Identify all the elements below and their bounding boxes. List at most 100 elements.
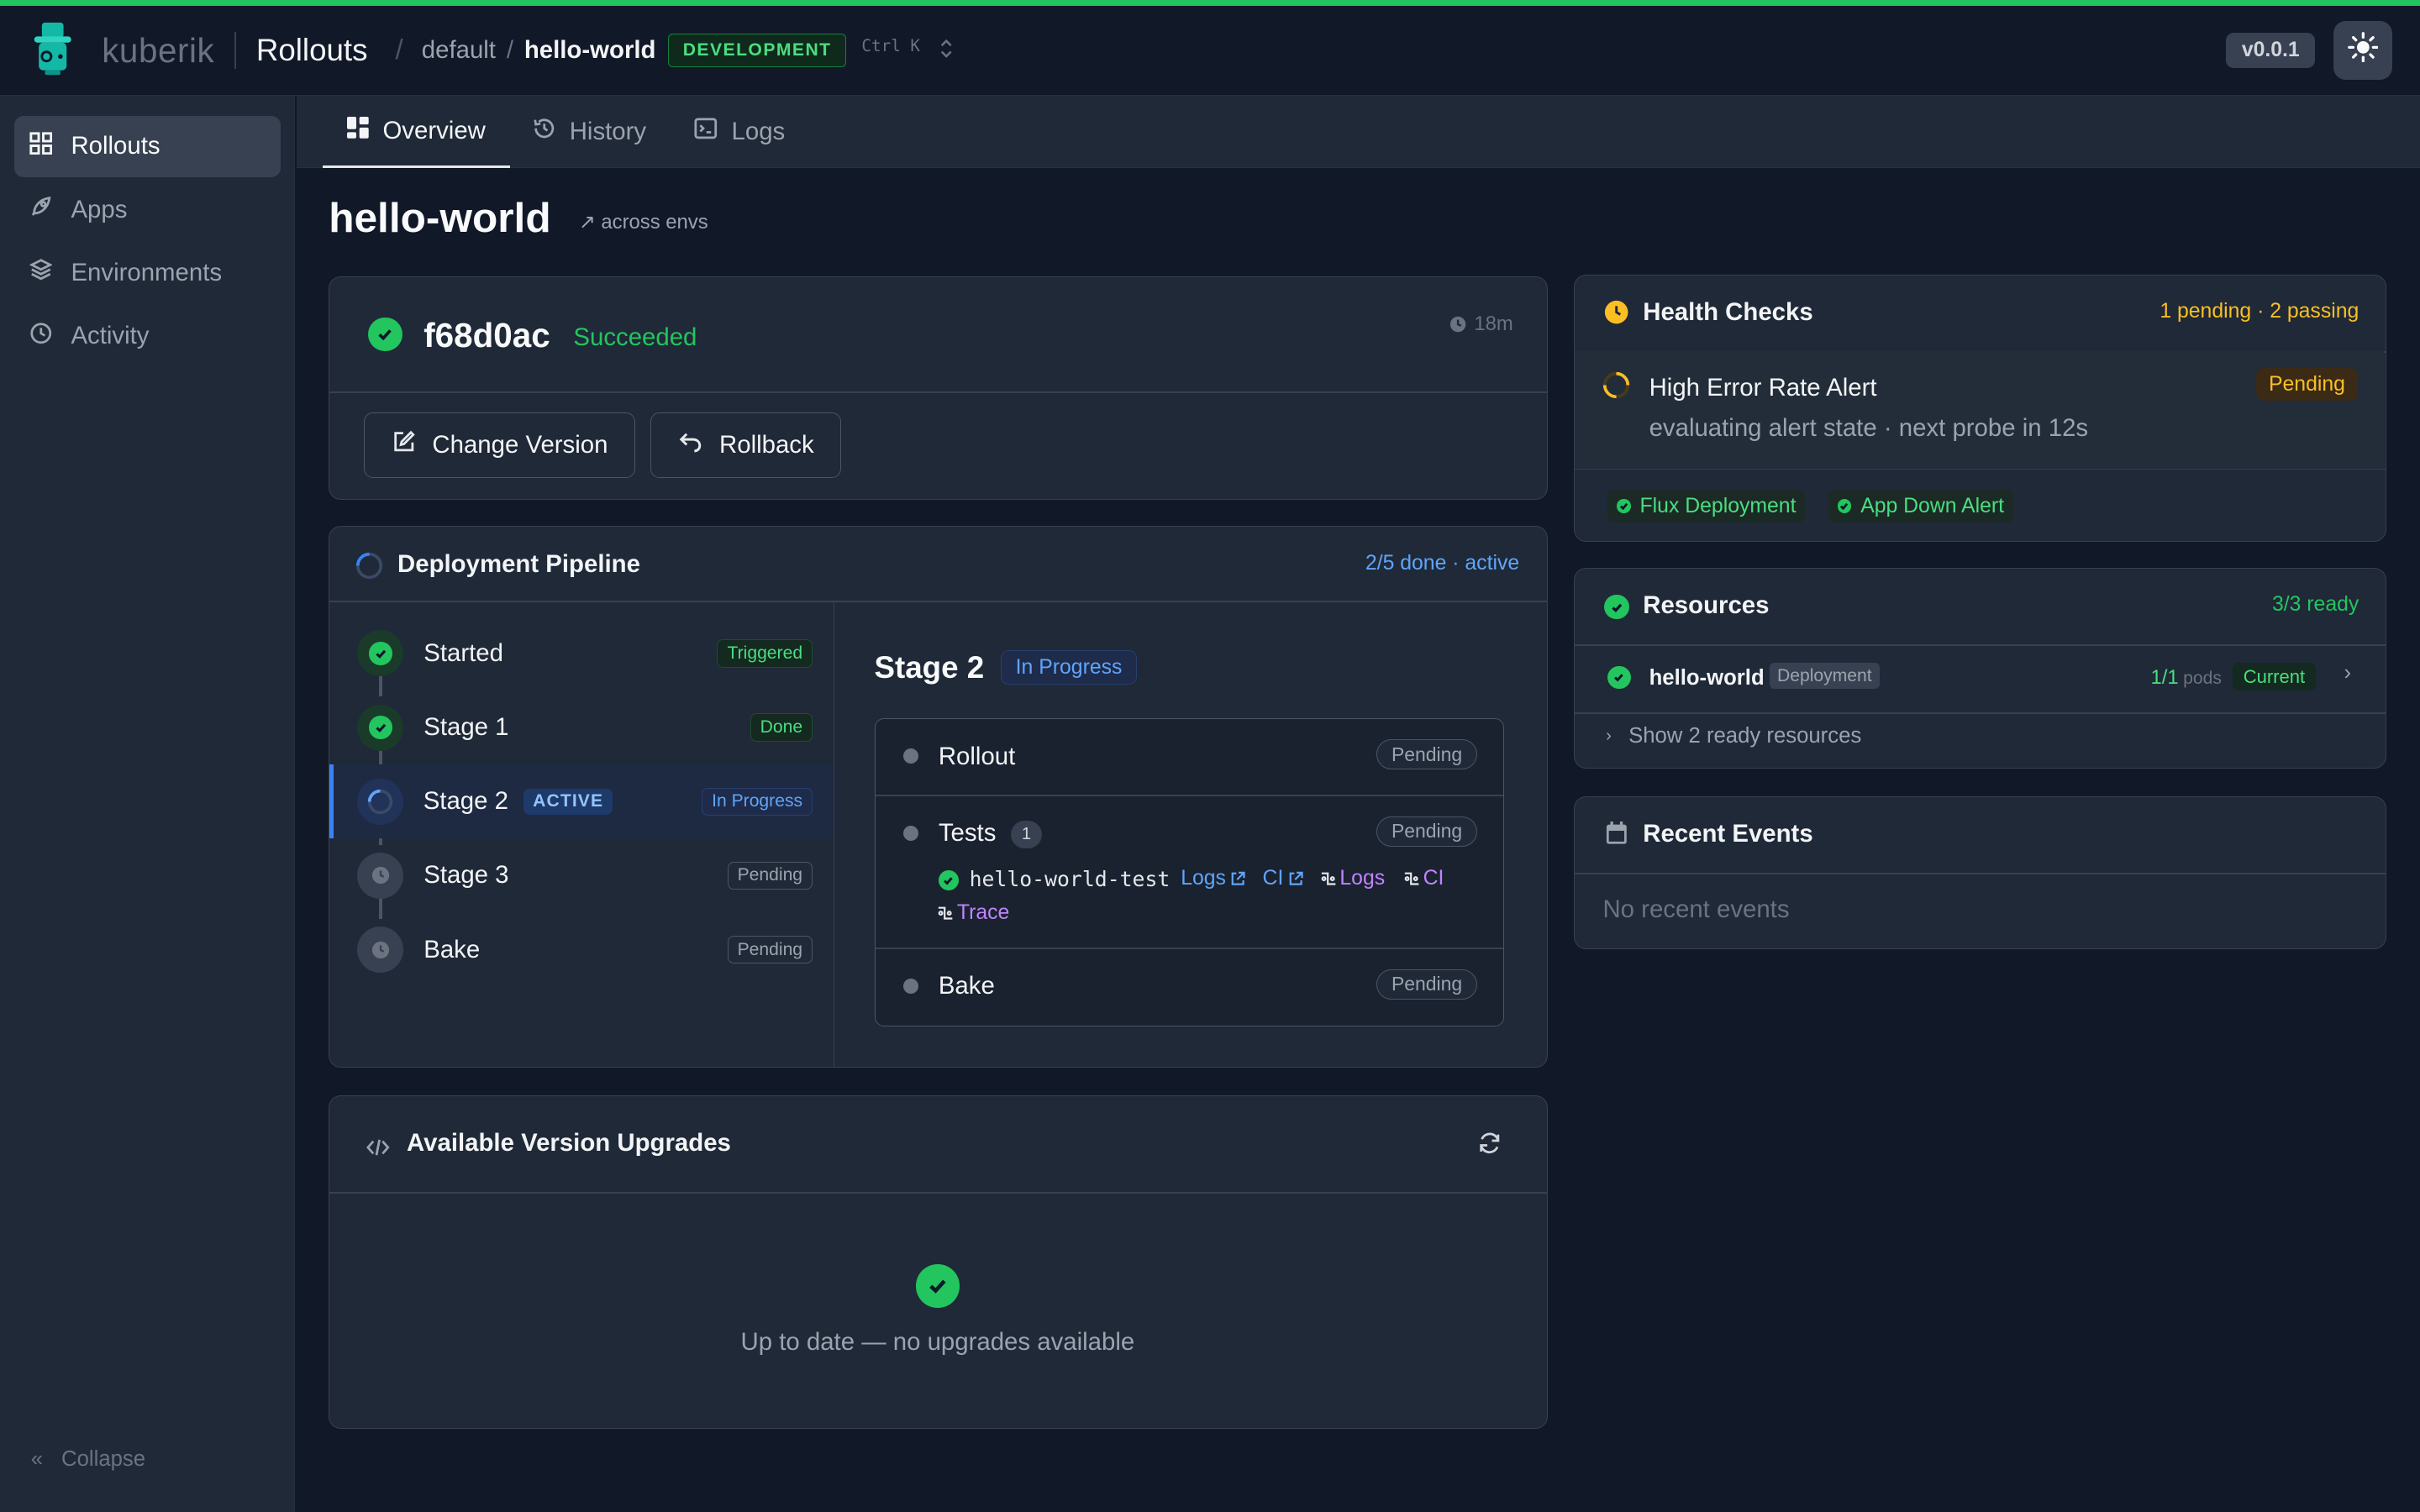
sidebar-item-label: Activity [71,322,150,350]
sun-icon [2347,31,2379,70]
collapse-label: Collapse [61,1446,146,1471]
rollback-button[interactable]: Rollback [650,412,841,478]
stage-row-stage-1[interactable]: Stage 1 Done [329,690,833,764]
tracing-icon [937,905,954,921]
chevron-right-icon: › [2344,661,2352,685]
history-icon [533,117,556,147]
sidebar-item-environments[interactable]: Environments [14,242,281,303]
external-link-icon [1288,871,1303,886]
terminal-icon [694,118,718,146]
check-icon [1837,499,1852,513]
top-status-bar [0,0,2420,7]
sidebar-item-activity[interactable]: Activity [14,306,281,367]
step-status-badge: Pending [1376,816,1477,848]
step-name: Rollout [938,742,1016,770]
tab-bar: Overview History Logs [296,95,2420,169]
calendar-icon [1606,822,1628,845]
shortcut-hint: Ctrl K [861,36,921,56]
dashboard-icon [347,116,369,145]
alert-status-badge: Pending [2256,368,2358,402]
across-envs-link[interactable]: ↗ across envs [579,210,708,234]
stage-status-badge: Triggered [717,639,813,668]
sidebar-item-apps[interactable]: Apps [14,179,281,240]
switcher-chevron-icon[interactable] [939,38,954,60]
health-check-chip[interactable]: App Down Alert [1828,490,2014,523]
edit-icon [392,430,416,460]
tab-label: History [569,118,647,146]
resources-card: Resources 3/3 ready hello-world Deployme… [1574,567,2386,769]
stage-row-stage-2[interactable]: Stage 2 ACTIVE In Progress [329,764,833,839]
upgrades-empty-message: Up to date — no upgrades available [740,1327,1135,1356]
tracing-ci-link[interactable]: CI [1403,867,1444,890]
sidebar-item-label: Environments [71,259,223,287]
kuberik-logo-icon[interactable] [31,21,74,76]
test-logs-link[interactable]: Logs [1181,867,1246,890]
stage-row-started[interactable]: Started Triggered [329,617,833,690]
brand-name: kuberik [102,30,215,70]
pipeline-summary: 2/5 done · active [1365,551,1520,575]
recent-events-card: Recent Events No recent events [1574,795,2386,949]
header-divider [234,32,236,70]
upgrades-title: Available Version Upgrades [407,1128,731,1157]
collapse-button[interactable]: « Collapse [31,1447,145,1472]
undo-icon [679,431,702,459]
health-check-row[interactable]: High Error Rate Alert evaluating alert s… [1575,350,2384,469]
success-check-icon [368,317,402,351]
active-tag: ACTIVE [523,788,613,815]
stage-detail-status: In Progress [1001,650,1137,685]
up-to-date-check-icon [916,1264,960,1308]
stage-name: Stage 2 [423,787,508,816]
health-checks-title: Health Checks [1643,298,1813,327]
version-upgrades-card: Available Version Upgrades Up to date — … [329,1095,1549,1429]
resources-summary: 3/3 ready [2271,593,2360,617]
resource-pods: 1/1 pods [2150,665,2222,689]
change-version-button[interactable]: Change Version [363,412,635,478]
stage-done-icon [357,704,404,751]
stage-row-bake[interactable]: Bake Pending [329,912,833,986]
commit-age: 18m [1449,312,1513,336]
tab-label: Overview [382,116,486,144]
external-link-icon [1230,871,1246,886]
code-icon [366,1135,390,1163]
rocket-icon [29,195,53,225]
stage-name: Started [424,638,503,667]
breadcrumb-current: hello-world [523,36,656,65]
tracing-logs-link[interactable]: Logs [1320,867,1385,890]
stage-done-icon [357,630,404,677]
tab-logs[interactable]: Logs [670,96,810,168]
tab-overview[interactable]: Overview [322,96,511,169]
page-title: hello-world [329,193,551,241]
tracing-trace-link[interactable]: Trace [937,901,1009,925]
current-version-card: f68d0ac Succeeded 18m Change Version Rol… [329,276,1549,501]
step-pending-dot [902,748,918,764]
spinner-icon [1602,371,1630,399]
step-name: Bake [938,972,995,1000]
resource-kind: Deployment [1769,662,1880,690]
stage-name: Stage 3 [424,861,509,890]
commit-status: Succeeded [573,323,697,351]
environment-badge: DEVELOPMENT [668,33,847,68]
app-title[interactable]: Rollouts [256,33,368,68]
stage-row-stage-3[interactable]: Stage 3 Pending [329,838,833,912]
theme-toggle-button[interactable] [2333,21,2392,80]
step-status-badge: Pending [1376,738,1477,770]
stage-pending-icon [357,852,404,899]
stage-pending-icon [357,927,404,974]
alert-name: High Error Rate Alert [1649,374,1877,402]
resource-ready-icon [1607,665,1631,690]
sidebar-item-rollouts[interactable]: Rollouts [13,115,281,178]
step-name: Tests [938,819,997,848]
breadcrumb-namespace[interactable]: default [422,36,496,65]
app-header: kuberik Rollouts / default / hello-world… [0,6,2420,96]
breadcrumb-separator: / [395,34,403,66]
pending-clock-icon [1604,300,1628,324]
test-name: hello-world-test [969,867,1171,892]
show-ready-resources-toggle[interactable]: › Show 2 ready resources [1606,724,1861,748]
refresh-icon[interactable] [1478,1131,1502,1162]
test-count-badge: 1 [1011,821,1042,849]
health-check-chip[interactable]: Flux Deployment [1607,490,1806,523]
tab-history[interactable]: History [508,96,671,168]
test-ci-link[interactable]: CI [1263,867,1304,890]
tracing-icon [1320,870,1337,887]
stage-name: Stage 1 [424,713,509,742]
